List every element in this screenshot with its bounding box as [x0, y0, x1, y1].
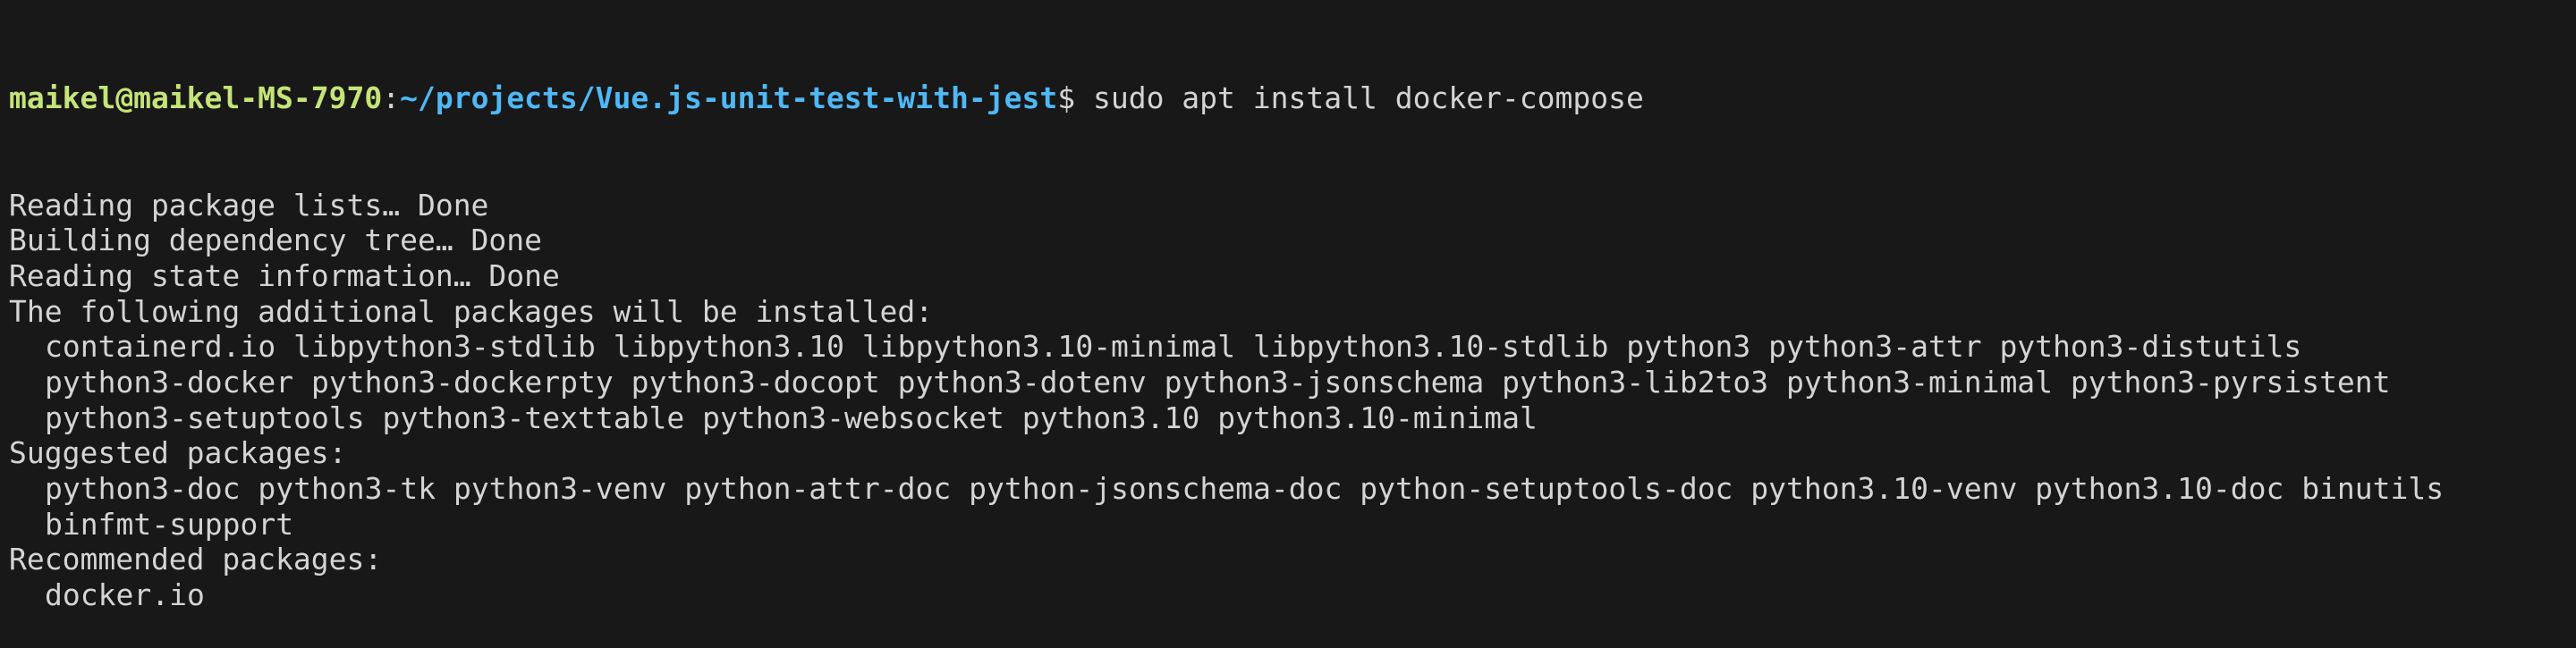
prompt-user-host: maikel@maikel-MS-7970 [9, 80, 383, 116]
output-line: python3-setuptools python3-texttable pyt… [45, 400, 1538, 435]
prompt-separator: : [382, 80, 401, 116]
output-line: binfmt-support [45, 506, 294, 542]
output-line: python3-docker python3-dockerpty python3… [45, 364, 2391, 400]
output-line: Suggested packages: [9, 435, 347, 471]
output-line: python3-doc python3-tk python3-venv pyth… [45, 471, 2445, 506]
output-line: docker.io [45, 577, 205, 613]
output-line: containerd.io libpython3-stdlib libpytho… [45, 329, 2302, 365]
prompt-path: ~/projects/Vue.js-unit-test-with-jest [400, 80, 1058, 116]
output-line: Reading state information… Done [9, 257, 560, 293]
prompt-symbol: $ [1057, 80, 1076, 116]
output-line: Building dependency tree… Done [9, 223, 543, 258]
prompt-line: maikel@maikel-MS-7970:~/projects/Vue.js-… [9, 80, 2444, 116]
command-output: Reading package lists… Done Building depe… [9, 188, 2444, 613]
output-line: Recommended packages: [9, 542, 383, 577]
command-text: sudo apt install docker-compose [1075, 80, 1644, 116]
output-line: Reading package lists… Done [9, 187, 489, 223]
output-line: The following additional packages will b… [9, 293, 934, 329]
terminal[interactable]: maikel@maikel-MS-7970:~/projects/Vue.js-… [9, 10, 2444, 648]
